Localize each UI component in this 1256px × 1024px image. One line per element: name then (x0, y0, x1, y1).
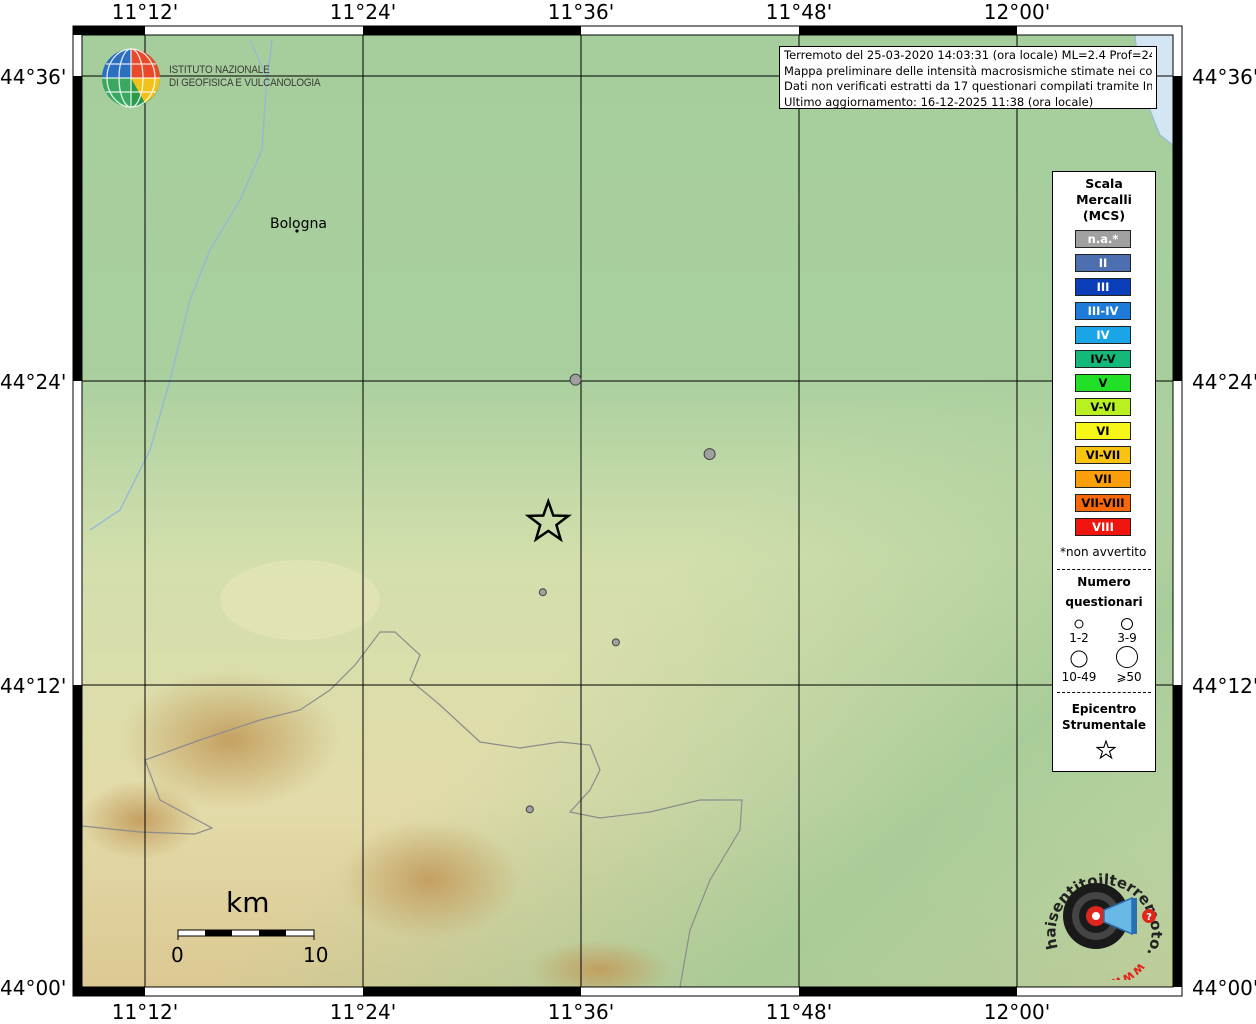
size-symbol-10-49 (1070, 650, 1088, 668)
legend-title: Scala (1085, 176, 1123, 191)
logo-arc-url: www. (1105, 959, 1148, 980)
legend-swatch: VI-VII (1075, 446, 1131, 464)
observation-point[interactable] (569, 373, 582, 386)
relief-layer (82, 35, 1173, 987)
tick-label-bottom: 11°24' (329, 1000, 397, 1024)
ingv-logo-text: ISTITUTO NAZIONALE DI GEOFISICA E VULCAN… (169, 64, 321, 90)
tick-label-top: 12°00' (983, 0, 1051, 24)
tick-label-right: 44°24' (1192, 370, 1256, 394)
globe-icon (102, 48, 160, 108)
tick-label-bottom: 11°12' (111, 1000, 179, 1024)
haisentito-logo[interactable]: haisentitoilterremoto.it www. ? (1028, 860, 1168, 980)
info-line: Mappa preliminare delle intensità macros… (784, 63, 1152, 78)
legend-swatch: n.a.* (1075, 230, 1131, 248)
legend-title: Epicentro (1071, 702, 1137, 716)
info-line: Dati non verificati estratti da 17 quest… (784, 79, 1152, 93)
tick-label-bottom: 12°00' (983, 1000, 1051, 1024)
legend-title: (MCS) (1082, 208, 1126, 223)
legend-title: questionari (1065, 595, 1143, 609)
city-label: Bologna (270, 216, 327, 232)
legend-divider (1057, 569, 1151, 570)
size-label: 1-2 (1069, 631, 1089, 645)
scalebar-end: 10 (303, 943, 329, 967)
legend-swatch: V (1075, 374, 1131, 392)
size-label: ⩾50 (1116, 670, 1142, 684)
legend-swatch: III-IV (1075, 302, 1131, 320)
scalebar-unit: km (226, 886, 270, 919)
tick-label-bottom: 11°48' (765, 1000, 833, 1024)
size-label: 10-49 (1061, 670, 1097, 684)
tick-label-top: 11°12' (111, 0, 179, 24)
observation-point[interactable] (611, 638, 620, 647)
tick-label-left: 44°24' (0, 370, 67, 394)
legend-note: *non avvertito (1060, 545, 1147, 559)
legend-swatch: V-VI (1075, 398, 1131, 416)
tick-label-top: 11°36' (547, 0, 615, 24)
size-symbol-3-9 (1121, 618, 1133, 630)
svg-text:www.: www. (1105, 959, 1148, 980)
legend-swatch: IV-V (1075, 350, 1131, 368)
legend-swatch: VII-VIII (1075, 494, 1131, 512)
event-info-box: Terremoto del 25-03-2020 14:03:31 (ora l… (779, 46, 1157, 109)
legend-swatch: III (1075, 278, 1131, 296)
tick-label-left: 44°00' (0, 976, 67, 1000)
legend-divider (1057, 692, 1151, 693)
legend-swatch: IV (1075, 326, 1131, 344)
legend-title: Strumentale (1061, 718, 1147, 732)
scalebar-start: 0 (171, 943, 184, 967)
logo-line: DI GEOFISICA E VULCANOLOGIA (169, 77, 321, 89)
legend: Scala Mercalli (MCS) n.a.* II III III-IV IV I… (1052, 171, 1156, 772)
logo-line: ISTITUTO NAZIONALE (169, 64, 270, 76)
tick-label-left: 44°36' (0, 65, 67, 89)
help-icon-glyph: ? (1146, 912, 1152, 923)
tick-label-bottom: 11°36' (547, 1000, 615, 1024)
legend-swatch: II (1075, 254, 1131, 272)
size-symbol-50 (1116, 646, 1138, 668)
observation-point[interactable] (703, 448, 716, 461)
observation-point[interactable] (538, 588, 547, 597)
legend-swatch: VIII (1075, 518, 1131, 536)
legend-title: Mercalli (1076, 192, 1132, 207)
tick-label-left: 44°12' (0, 674, 67, 698)
size-symbol-1-2 (1074, 619, 1084, 629)
star-icon (1096, 740, 1116, 760)
tick-label-right: 44°00' (1192, 976, 1256, 1000)
info-line: Terremoto del 25-03-2020 14:03:31 (ora l… (784, 48, 1152, 62)
observation-point[interactable] (525, 805, 534, 814)
legend-swatch: VI (1075, 422, 1131, 440)
tick-label-right: 44°12' (1192, 674, 1256, 698)
tick-label-right: 44°36' (1192, 65, 1256, 89)
tick-label-top: 11°48' (765, 0, 833, 24)
legend-title: Numero (1077, 575, 1131, 589)
legend-swatch: VII (1075, 470, 1131, 488)
tick-label-top: 11°24' (329, 0, 397, 24)
size-label: 3-9 (1117, 631, 1137, 645)
info-line: Ultimo aggiornamento: 16-12-2025 11:38 (… (784, 94, 1094, 109)
